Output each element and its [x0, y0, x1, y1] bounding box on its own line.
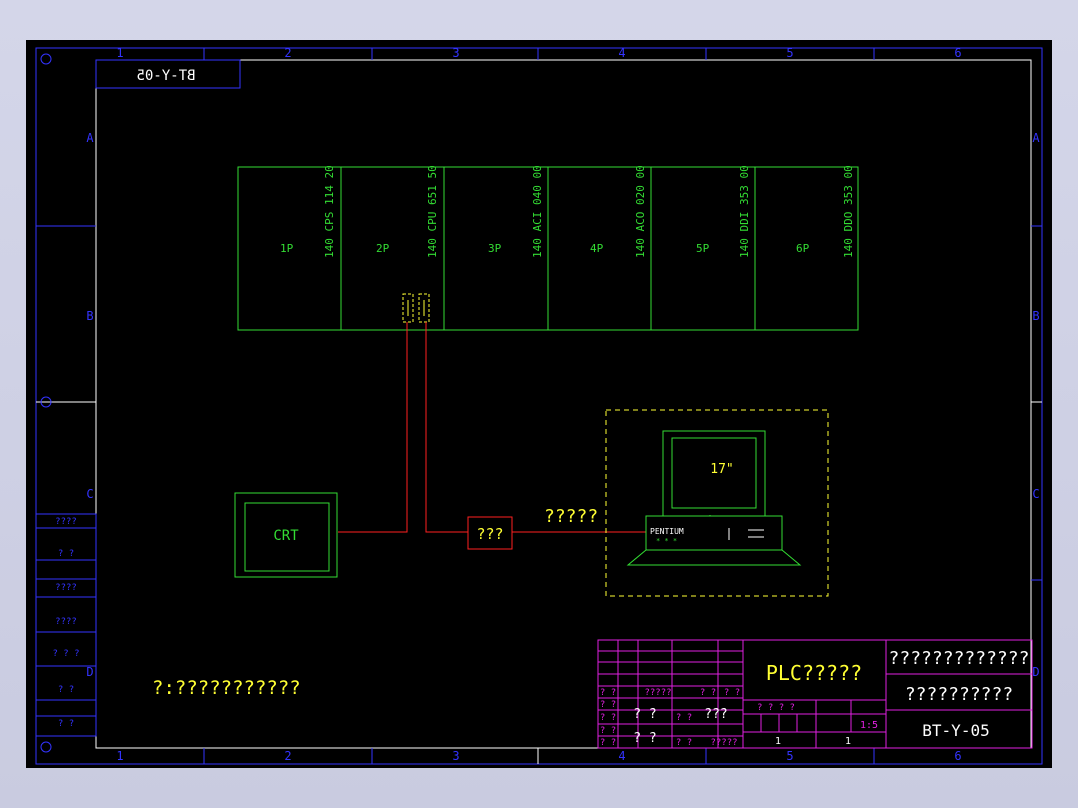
slot-model: 140 DDI 353 00 [738, 165, 751, 258]
monitor-size: 17" [710, 462, 733, 477]
inner-border [95, 59, 1032, 749]
col-label: 2 [284, 749, 291, 763]
crt-terminal[interactable]: CRT [234, 492, 338, 578]
crt-label: CRT [273, 528, 299, 544]
workstation-label: ????? [544, 506, 598, 527]
slot-position: 2P [376, 242, 390, 255]
slot-model: 140 CPU 651 50 [426, 165, 439, 258]
tb-label: ? ? [724, 688, 740, 698]
title-block[interactable]: ? ? ????? ? ? ? ? ? ? ? ? ? ? ? ? ? ? ? … [597, 639, 1033, 749]
strip-label: ? ? ? [52, 649, 79, 659]
tb-small: ? ? [676, 738, 692, 748]
stamp-text: BT-Y-05 [136, 68, 195, 84]
tb-small: ? ? [600, 738, 616, 748]
col-label: 5 [786, 46, 793, 60]
connection-lines [338, 322, 646, 533]
col-label: 1 [116, 46, 123, 60]
note-text: ?:??????????? [152, 677, 301, 699]
row-label: D [86, 665, 93, 679]
drawing-number: BT-Y-05 [922, 721, 989, 740]
tb-label: ????? [644, 688, 671, 698]
converter-label: ??? [476, 525, 503, 543]
row-label: C [86, 487, 93, 501]
cad-viewport[interactable]: 1 2 3 4 5 6 1 2 3 4 5 6 A B C D A B C D … [26, 40, 1052, 768]
col-label: 2 [284, 46, 291, 60]
row-label: B [1032, 309, 1039, 323]
slot-position: 4P [590, 242, 604, 255]
col-label: 6 [954, 46, 961, 60]
strip-label: ???? [55, 517, 77, 527]
tb-sheet-label: 1 [775, 736, 781, 747]
col-label: 4 [618, 749, 625, 763]
cpu-dots: * * * [656, 537, 677, 545]
tb-cell: ? ? [633, 731, 656, 746]
subtitle-2: ?????????? [905, 684, 1013, 705]
col-label: 1 [116, 749, 123, 763]
row-label: D [1032, 665, 1039, 679]
strip-label: ? ? [58, 549, 74, 559]
tb-cell: ??? [704, 707, 727, 722]
strip-label: ? ? [58, 685, 74, 695]
slot-position: 1P [280, 242, 294, 255]
tb-scale-label: ? ? ? ? [757, 703, 795, 713]
col-label: 3 [452, 749, 459, 763]
row-label: B [86, 309, 93, 323]
slot-model: 140 CPS 114 20 [323, 165, 336, 258]
cpu-brand: PENTIUM [650, 527, 684, 536]
subtitle-1: ????????????? [889, 648, 1030, 669]
col-label: 3 [452, 46, 459, 60]
row-label: C [1032, 487, 1039, 501]
row-label: A [1032, 131, 1040, 145]
strip-label: ???? [55, 617, 77, 627]
tb-date: ????? [710, 738, 737, 748]
tb-small: ? ? [676, 713, 692, 723]
tb-small: ? ? [600, 726, 616, 736]
slot-model: 140 ACI 040 00 [531, 165, 544, 258]
tb-sheet-value: 1 [845, 736, 851, 747]
col-label: 4 [618, 46, 625, 60]
slot-position: 5P [696, 242, 710, 255]
slot-position: 3P [488, 242, 502, 255]
slot-model: 140 ACO 020 00 [634, 165, 647, 258]
tb-label: ? ? [700, 688, 716, 698]
keyboard [626, 549, 802, 566]
tb-small: ? ? [600, 713, 616, 723]
project-title: PLC????? [766, 661, 862, 685]
plc-rack[interactable]: 1P 2P 3P 4P 5P 6P 140 CPS 114 20 140 CPU… [237, 165, 859, 331]
converter-box[interactable]: ??? [467, 516, 513, 550]
workstation[interactable]: 17" PENTIUM * * * [605, 409, 829, 597]
slot-position: 6P [796, 242, 810, 255]
col-label: 6 [954, 749, 961, 763]
drawing-canvas: 1 2 3 4 5 6 1 2 3 4 5 6 A B C D A B C D … [35, 46, 1043, 765]
tb-cell: ? ? [633, 707, 656, 722]
cpu-ports[interactable] [402, 293, 430, 323]
row-label: A [86, 131, 94, 145]
tb-small: ? ? [600, 700, 616, 710]
tb-label: ? ? [600, 688, 616, 698]
slot-model: 140 DDO 353 00 [842, 165, 855, 258]
col-label: 5 [786, 749, 793, 763]
tb-scale-value: 1:5 [860, 720, 878, 731]
strip-label: ???? [55, 583, 77, 593]
mirrored-stamp: BT-Y-05 [95, 59, 241, 89]
strip-label: ? ? [58, 719, 74, 729]
